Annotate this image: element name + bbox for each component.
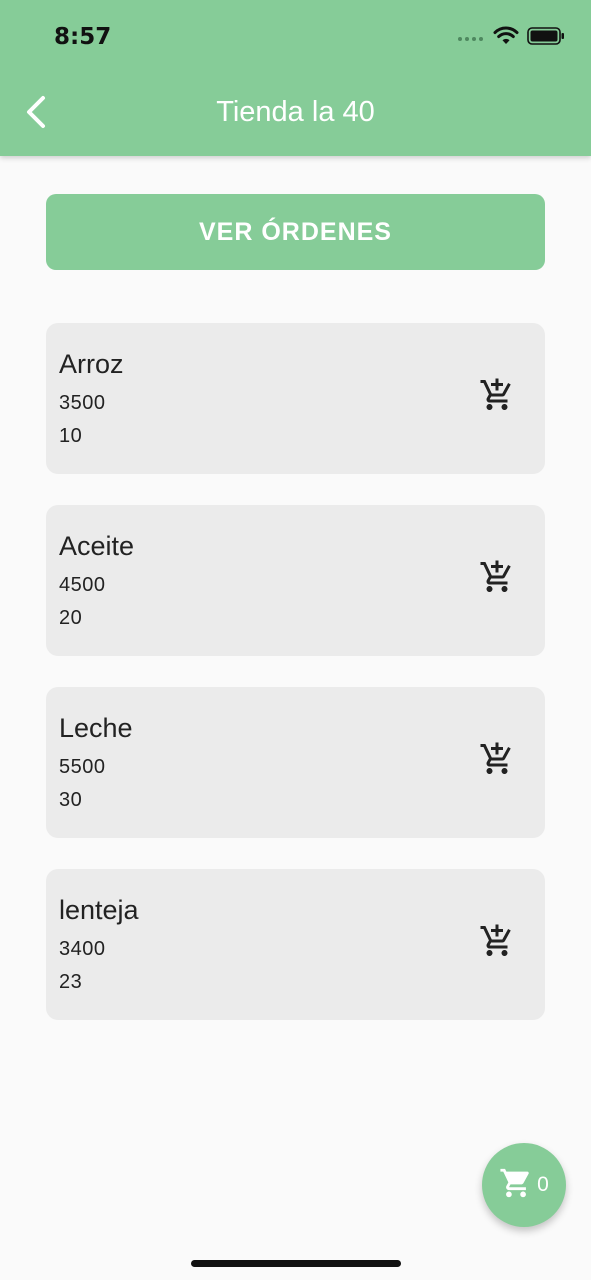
product-name: Leche — [59, 713, 133, 743]
product-list: Arroz 3500 10 Aceite 4500 20 Leche 5500 … — [46, 323, 545, 1051]
battery-icon — [527, 26, 565, 51]
product-quantity: 23 — [59, 971, 83, 993]
add-shopping-cart-icon — [479, 923, 515, 964]
signal-icon — [457, 29, 485, 47]
product-name: Arroz — [59, 349, 124, 379]
product-quantity: 20 — [59, 607, 83, 629]
add-to-cart-button[interactable] — [477, 377, 517, 417]
add-shopping-cart-icon — [479, 741, 515, 782]
product-card-arroz: Arroz 3500 10 — [46, 323, 545, 474]
product-card-aceite: Aceite 4500 20 — [46, 505, 545, 656]
product-name: lenteja — [59, 895, 139, 925]
cart-fab-button[interactable]: 0 — [482, 1143, 566, 1227]
add-shopping-cart-icon — [479, 559, 515, 600]
app-bar: 8:57 Tienda la 40 — [0, 0, 591, 156]
add-to-cart-button[interactable] — [477, 741, 517, 781]
product-price: 5500 — [59, 756, 106, 778]
add-to-cart-button[interactable] — [477, 923, 517, 963]
product-price: 4500 — [59, 574, 106, 596]
status-time: 8:57 — [54, 24, 112, 50]
product-card-leche: Leche 5500 30 — [46, 687, 545, 838]
product-name: Aceite — [59, 531, 135, 561]
status-icons — [457, 26, 565, 50]
add-to-cart-button[interactable] — [477, 559, 517, 599]
wifi-icon — [493, 26, 519, 51]
cart-count: 0 — [537, 1173, 549, 1196]
product-price: 3500 — [59, 392, 106, 414]
product-price: 3400 — [59, 938, 106, 960]
product-quantity: 30 — [59, 789, 83, 811]
add-shopping-cart-icon — [479, 377, 515, 418]
home-indicator — [191, 1260, 401, 1267]
shopping-cart-icon — [499, 1166, 533, 1205]
page-title: Tienda la 40 — [216, 96, 375, 128]
view-orders-button[interactable]: VER ÓRDENES — [46, 194, 545, 270]
product-quantity: 10 — [59, 425, 83, 447]
product-card-lenteja: lenteja 3400 23 — [46, 869, 545, 1020]
